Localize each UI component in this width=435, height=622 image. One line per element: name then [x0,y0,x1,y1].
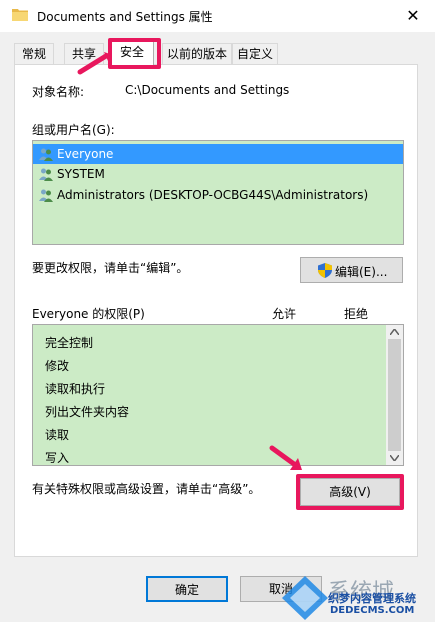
user-group-icon [39,148,53,161]
uac-shield-icon [318,263,332,278]
permissions-scrollbar[interactable] [386,325,403,465]
object-name-value: C:\Documents and Settings [125,83,290,97]
user-group-icon [39,189,53,202]
title-bar: Documents and Settings 属性 ✕ [0,0,435,32]
list-item-label: Everyone [57,147,114,161]
edit-hint: 要更改权限，请单击“编辑”。 [32,261,189,275]
permissions-list[interactable]: 完全控制 修改 读取和执行 列出文件夹内容 读取 写入 [32,324,404,466]
window-title: Documents and Settings 属性 [37,10,213,24]
watermark-logo-icon [282,576,328,620]
edit-button-label: 编辑(E)... [335,265,388,279]
user-group-icon [39,168,53,181]
tab-previous-versions[interactable]: 以前的版本 [162,43,232,65]
watermark-line2: DEDECMS.COM [330,605,415,616]
edit-button[interactable]: 编辑(E)... [300,257,403,283]
ok-button[interactable]: 确定 [146,576,228,602]
chevron-up-icon[interactable] [390,329,399,335]
list-item-label: Administrators (DESKTOP-OCBG44S\Administ… [57,188,369,202]
list-item: 完全控制 [45,336,94,350]
list-item: 列出文件夹内容 [45,405,130,419]
list-item: 修改 [45,359,70,373]
groups-label: 组或用户名(G): [32,123,115,137]
close-button[interactable]: ✕ [398,3,428,29]
watermark: 系统城 织梦内容管理系统 DEDECMS.COM [280,574,435,622]
allow-column-header: 允许 [272,307,297,321]
folder-icon [12,9,28,21]
list-item-administrators[interactable]: Administrators (DESKTOP-OCBG44S\Administ… [33,185,403,205]
object-name-label: 对象名称: [32,85,85,99]
arrow-to-advanced-button [269,445,302,470]
list-item: 读取 [45,428,70,442]
list-item-label: SYSTEM [57,167,105,181]
tab-customize[interactable]: 自定义 [232,43,278,65]
advanced-hint: 有关特殊权限或高级设置，请单击“高级”。 [32,482,261,496]
arrow-to-security-tab [77,52,110,75]
list-item-system[interactable]: SYSTEM [33,164,403,184]
close-icon: ✕ [406,6,420,25]
tab-security[interactable]: 安全 [110,41,154,66]
chevron-down-icon[interactable] [390,455,399,461]
list-item: 写入 [45,451,70,465]
scrollbar-thumb[interactable] [388,339,401,451]
list-item: 读取和执行 [45,382,106,396]
deny-column-header: 拒绝 [344,307,369,321]
groups-list[interactable]: Everyone SYSTEM Administrators (DESKTOP-… [32,140,404,245]
tab-general[interactable]: 常规 [14,43,54,65]
list-item-everyone[interactable]: Everyone [33,144,403,164]
watermark-line1: 织梦内容管理系统 [328,592,416,605]
advanced-button[interactable]: 高级(V) [300,478,400,506]
permissions-label: Everyone 的权限(P) [32,307,145,321]
